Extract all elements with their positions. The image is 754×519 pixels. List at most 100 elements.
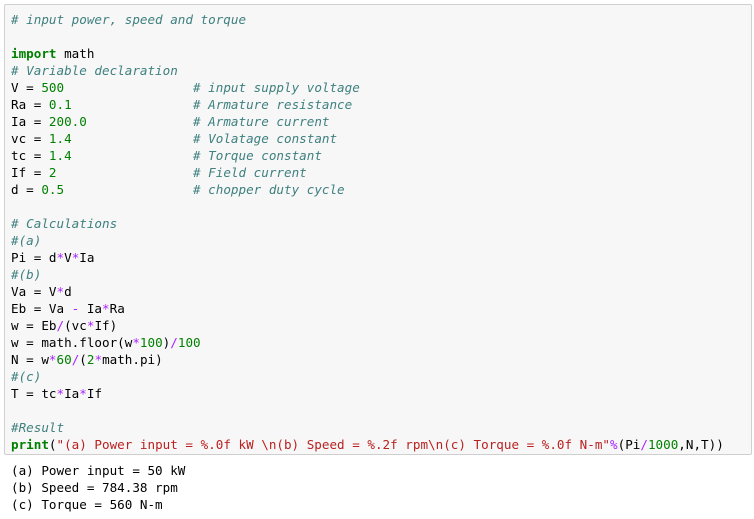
code-token: 1000 bbox=[647, 437, 679, 452]
code-token: V = bbox=[11, 80, 42, 95]
code-token: # Armature current bbox=[193, 114, 330, 129]
code-line: Va = V*d bbox=[11, 283, 745, 300]
code-token: 100 bbox=[139, 335, 163, 350]
code-token: 1.4 bbox=[48, 131, 72, 146]
code-token: / bbox=[640, 437, 648, 452]
code-token: d bbox=[64, 284, 72, 299]
code-token: * bbox=[102, 301, 110, 316]
code-token: If = bbox=[11, 165, 49, 180]
output-line: (c) Torque = 560 N-m bbox=[11, 497, 163, 512]
code-token: Ia bbox=[79, 250, 95, 265]
code-token: * bbox=[56, 386, 65, 401]
code-token: / bbox=[170, 335, 178, 350]
code-line: # Variable declaration bbox=[11, 62, 745, 79]
code-token: / bbox=[56, 318, 65, 333]
code-line: V = 500 # input supply voltage bbox=[11, 79, 745, 96]
code-token: * bbox=[132, 335, 140, 350]
code-token: w = math.floor(w bbox=[11, 335, 133, 350]
code-line: N = w*60/(2*math.pi) bbox=[11, 351, 745, 368]
code-token: If) bbox=[94, 318, 118, 333]
code-token: 200.0 bbox=[48, 114, 87, 129]
code-token: 100 bbox=[177, 335, 201, 350]
code-token: % bbox=[610, 437, 618, 452]
code-token: * bbox=[56, 284, 65, 299]
output-line: (a) Power input = 50 kW bbox=[11, 463, 186, 478]
code-line: vc = 1.4 # Volatage constant bbox=[11, 130, 745, 147]
code-token: 1.4 bbox=[48, 148, 72, 163]
code-token: # chopper duty cycle bbox=[193, 182, 345, 197]
code-token: Va = V bbox=[11, 284, 57, 299]
code-token: * bbox=[56, 250, 65, 265]
code-token: #(c) bbox=[11, 369, 42, 384]
code-token: * bbox=[94, 352, 103, 367]
code-cell-input[interactable]: # input power, speed and torque import m… bbox=[4, 4, 752, 455]
code-token: ( bbox=[48, 437, 57, 452]
code-token: d = bbox=[11, 182, 42, 197]
code-token: Eb = Va bbox=[11, 301, 72, 316]
code-token: # Torque constant bbox=[193, 148, 322, 163]
output-line: (b) Speed = 784.38 rpm bbox=[11, 480, 178, 495]
code-token: * bbox=[79, 386, 87, 401]
code-token: # Variable declaration bbox=[11, 63, 178, 78]
code-token: ,N,T)) bbox=[678, 437, 724, 452]
code-line: Pi = d*V*Ia bbox=[11, 249, 745, 266]
code-token: # input power, speed and torque bbox=[11, 12, 247, 27]
code-token: #(b) bbox=[11, 267, 42, 282]
code-token: Pi = d bbox=[11, 250, 57, 265]
code-token: # Calculations bbox=[11, 216, 118, 231]
code-line: w = Eb/(vc*If) bbox=[11, 317, 745, 334]
code-token: import bbox=[11, 46, 57, 61]
code-token: (Pi bbox=[617, 437, 641, 452]
code-token: 60 bbox=[56, 352, 72, 367]
code-token: # input supply voltage bbox=[193, 80, 360, 95]
code-token: N = w bbox=[11, 352, 49, 367]
code-token: 0.5 bbox=[41, 182, 65, 197]
code-line: # Calculations bbox=[11, 215, 745, 232]
code-token: Ra = bbox=[11, 97, 49, 112]
code-line: print("(a) Power input = %.0f kW \n(b) S… bbox=[11, 436, 745, 453]
code-token: Ia = bbox=[11, 114, 49, 129]
code-line: w = math.floor(w*100)/100 bbox=[11, 334, 745, 351]
code-line: d = 0.5 # chopper duty cycle bbox=[11, 181, 745, 198]
code-token: #Result bbox=[11, 420, 65, 435]
code-token: #(a) bbox=[11, 233, 42, 248]
code-token: 2 bbox=[48, 165, 57, 180]
code-token: w = Eb bbox=[11, 318, 57, 333]
code-line: tc = 1.4 # Torque constant bbox=[11, 147, 745, 164]
code-token: Ia bbox=[79, 301, 103, 316]
code-line: T = tc*Ia*If bbox=[11, 385, 745, 402]
code-line: If = 2 # Field current bbox=[11, 164, 745, 181]
code-line: #(b) bbox=[11, 266, 745, 283]
code-line: Eb = Va - Ia*Ra bbox=[11, 300, 745, 317]
code-token: Ra bbox=[109, 301, 125, 316]
cell-output: (a) Power input = 50 kW (b) Speed = 784.… bbox=[11, 462, 746, 513]
code-token: # Armature resistance bbox=[193, 97, 353, 112]
code-token: V bbox=[64, 250, 72, 265]
code-editor[interactable]: # input power, speed and torque import m… bbox=[11, 11, 745, 454]
code-line: #(c) bbox=[11, 368, 745, 385]
code-line: import math bbox=[11, 45, 745, 62]
code-token: ( bbox=[79, 352, 87, 367]
code-line: Ia = 200.0 # Armature current bbox=[11, 113, 745, 130]
code-line: #Result bbox=[11, 419, 745, 436]
code-token: math.pi) bbox=[102, 352, 163, 367]
code-token: math bbox=[56, 46, 95, 61]
code-token: print bbox=[11, 437, 49, 452]
code-line: Ra = 0.1 # Armature resistance bbox=[11, 96, 745, 113]
code-token: 500 bbox=[41, 80, 65, 95]
code-token: T = tc bbox=[11, 386, 57, 401]
code-token: * bbox=[48, 352, 57, 367]
code-token: tc = bbox=[11, 148, 49, 163]
code-token: (vc bbox=[64, 318, 87, 333]
code-token: "(a) Power input = %.0f kW \n(b) Speed =… bbox=[56, 437, 611, 452]
code-line: # input power, speed and torque bbox=[11, 11, 745, 28]
